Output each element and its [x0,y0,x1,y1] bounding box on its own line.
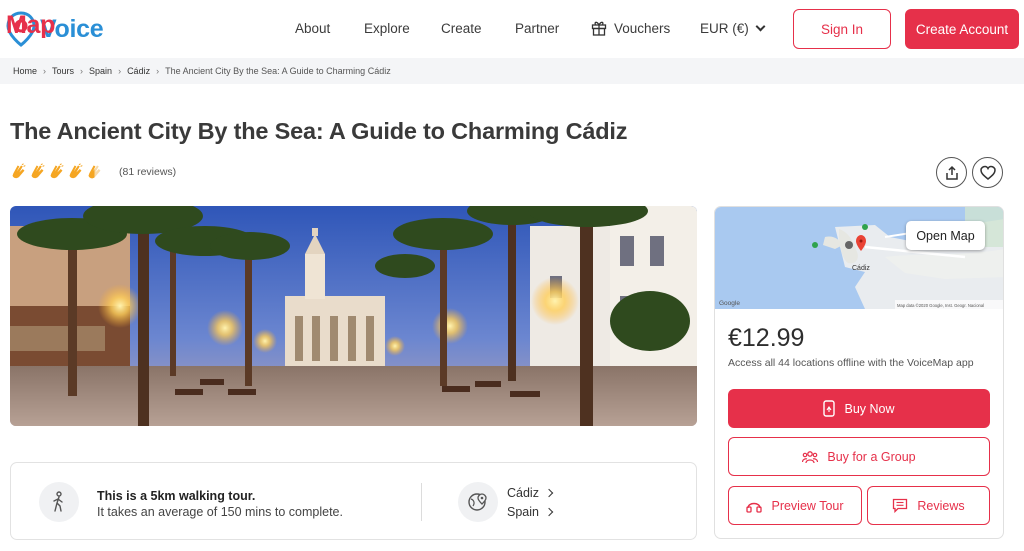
clapping-hand-icon [50,163,64,179]
city-link[interactable]: Cádiz [507,486,554,500]
info-divider [421,483,422,521]
chevron-right-icon [544,507,554,517]
nav-create[interactable]: Create [441,21,482,36]
nav-about[interactable]: About [295,21,330,36]
headphones-icon [746,498,763,513]
city-label: Cádiz [507,486,539,500]
purchase-card: Cádiz Google Map data ©2020 Google, Inst… [714,206,1004,539]
breadcrumb-cadiz[interactable]: Cádiz [127,66,150,76]
reviews-button[interactable]: Reviews [867,486,990,525]
currency-select[interactable]: EUR (€) [700,21,766,36]
reviews-count[interactable]: (81 reviews) [119,166,176,178]
buy-group-button[interactable]: Buy for a Group [728,437,990,476]
duration-text: It takes an average of 150 mins to compl… [97,505,343,519]
breadcrumb-tours[interactable]: Tours [52,66,74,76]
half-clapping-hand-icon [88,165,101,179]
walking-icon [53,491,63,512]
country-label: Spain [507,505,539,519]
map-copyright: Map data ©2020 Google, Inst. Geogr. Naci… [897,303,984,308]
currency-label: EUR (€) [700,21,749,36]
rating: (81 reviews) [10,163,176,180]
voicemap-logo[interactable]: Voice Map [6,11,104,47]
clapping-hand-icon [69,163,83,179]
buy-now-button[interactable]: Buy Now [728,389,990,428]
breadcrumb-bar: Home › Tours › Spain › Cádiz › The Ancient C… [0,58,1024,84]
chevron-right-icon [544,488,554,498]
cadiz-plaza-photo [10,206,697,426]
nav-partner[interactable]: Partner [515,21,559,36]
nav-explore[interactable]: Explore [364,21,410,36]
globe-icon-wrap [458,482,498,522]
share-icon [945,165,958,180]
breadcrumb-current: The Ancient City By the Sea: A Guide to … [165,66,391,76]
globe-pin-icon [468,493,487,511]
tour-info-card: This is a 5km walking tour. It takes an … [10,462,697,540]
preview-tour-button[interactable]: Preview Tour [728,486,862,525]
sign-in-button[interactable]: Sign In [793,9,891,49]
review-message-icon [892,498,908,513]
breadcrumb-separator: › [43,66,47,76]
breadcrumb-separator: › [156,66,160,76]
offline-access-note: Access all 44 locations offline with the… [728,357,974,369]
open-map-button[interactable]: Open Map [906,221,985,250]
chevron-down-icon [755,21,766,32]
favorite-button[interactable] [972,157,1003,188]
share-button[interactable] [936,157,967,188]
map-city-label: Cádiz [852,265,870,272]
country-link[interactable]: Spain [507,505,554,519]
page-title: The Ancient City By the Sea: A Guide to … [10,118,628,144]
tour-price: €12.99 [728,324,805,352]
phone-icon [823,400,836,417]
breadcrumb-spain[interactable]: Spain [89,66,112,76]
reviews-button-label: Reviews [917,498,965,513]
walking-distance-text: This is a 5km walking tour. [97,489,256,503]
site-header: Voice Map About Explore Create Partner Vo… [0,0,1024,58]
walking-icon-wrap [39,482,79,522]
group-icon [802,450,819,464]
breadcrumb-separator: › [80,66,84,76]
breadcrumb-separator: › [118,66,122,76]
tour-hero-image [10,206,697,426]
create-account-button[interactable]: Create Account [905,9,1019,49]
buy-now-label: Buy Now [844,401,895,416]
buy-group-label: Buy for a Group [827,449,916,464]
breadcrumb-home[interactable]: Home [13,66,37,76]
gift-icon [591,21,607,36]
nav-vouchers[interactable]: Vouchers [614,21,670,36]
preview-tour-label: Preview Tour [771,498,844,513]
heart-icon [979,165,996,180]
clapping-hand-icon [31,163,45,179]
clapping-hand-icon [12,163,26,179]
map-google-label: Google [719,300,740,307]
breadcrumb: Home › Tours › Spain › Cádiz › The Ancient C… [13,66,391,76]
